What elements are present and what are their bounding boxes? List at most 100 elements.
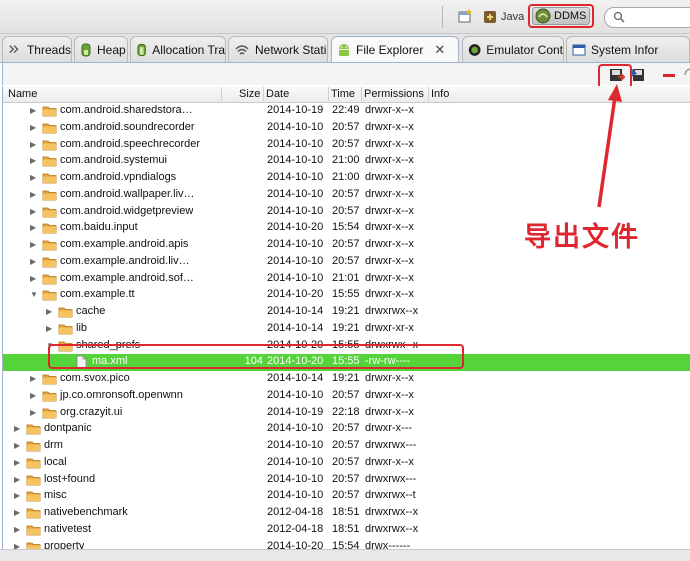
folder-row[interactable]: ▶ cache 2014-10-14 19:21 drwxrwx--x xyxy=(3,304,690,321)
folder-icon xyxy=(42,106,57,117)
file-time: 18:51 xyxy=(332,522,360,535)
expand-right-icon[interactable]: ▶ xyxy=(30,207,36,216)
tab-emulator-control[interactable]: Emulator Cont xyxy=(462,36,564,62)
folder-icon xyxy=(42,374,57,385)
expand-down-icon[interactable]: ▼ xyxy=(30,290,38,299)
expand-right-icon[interactable]: ▶ xyxy=(30,106,36,115)
tab-system-information[interactable]: System Infor xyxy=(566,36,690,62)
folder-row[interactable]: ▶ com.example.android.sof… 2014-10-10 21:01… xyxy=(3,271,690,288)
expand-right-icon[interactable]: ▶ xyxy=(14,458,20,467)
java-label: Java xyxy=(501,11,525,23)
folder-row[interactable]: ▶ nativetest 2012-04-18 18:51 drwxrwx--x xyxy=(3,522,690,539)
file-time: 20:57 xyxy=(332,187,360,200)
tab-network-statistics[interactable]: Network Stati xyxy=(228,36,328,62)
folder-row[interactable]: ▶ com.android.speechrecorder 2014-10-10 20:… xyxy=(3,137,690,154)
java-perspective-button[interactable]: Java xyxy=(482,7,524,27)
file-date: 2014-10-10 xyxy=(267,204,324,217)
tab-file-explorer[interactable]: File Explorer ✕ xyxy=(331,36,459,62)
tab-label: Threads xyxy=(26,42,71,57)
close-icon[interactable]: ✕ xyxy=(434,42,445,58)
column-permissions[interactable]: Permissions xyxy=(364,88,424,100)
file-permissions: drwxr-x--x xyxy=(365,405,414,418)
folder-row[interactable]: ▶ lost+found 2014-10-10 20:57 drwxrwx--- xyxy=(3,472,690,489)
file-tree: ▶ com.android.sharedstora… 2014-10-19 22:49… xyxy=(2,103,690,553)
expand-right-icon[interactable]: ▶ xyxy=(30,223,36,232)
column-time[interactable]: Time xyxy=(331,88,355,100)
folder-row[interactable]: ▶ com.android.systemui 2014-10-10 21:00 drwx… xyxy=(3,153,690,170)
file-name: nativebenchmark xyxy=(44,506,128,518)
file-time: 20:57 xyxy=(332,455,360,468)
expand-right-icon[interactable]: ▶ xyxy=(30,374,36,383)
file-time: 20:57 xyxy=(332,439,360,451)
folder-row[interactable]: ▶ lib 2014-10-14 19:21 drwxr-xr-x xyxy=(3,321,690,338)
expand-right-icon[interactable]: ▶ xyxy=(30,391,36,400)
new-folder-icon[interactable] xyxy=(683,67,690,83)
system-info-icon xyxy=(572,44,586,55)
folder-icon xyxy=(42,156,57,167)
expand-right-icon[interactable]: ▶ xyxy=(14,424,20,433)
file-name: drm xyxy=(44,439,63,451)
tab-heap[interactable]: Heap xyxy=(74,36,128,62)
folder-icon xyxy=(42,408,57,418)
delete-icon[interactable] xyxy=(661,67,677,83)
file-date: 2014-10-10 xyxy=(267,120,324,133)
expand-right-icon[interactable]: ▶ xyxy=(14,475,20,484)
folder-row[interactable]: ▶ jp.co.omronsoft.openwnn 2014-10-10 20:57 d… xyxy=(3,388,690,405)
file-date: 2014-10-10 xyxy=(267,171,324,183)
tab-allocation-tracker[interactable]: Allocation Tra xyxy=(130,36,226,62)
file-name: com.android.sharedstora… xyxy=(60,104,193,116)
search-input[interactable] xyxy=(604,7,690,28)
column-size[interactable]: Size xyxy=(239,88,260,100)
column-name[interactable]: Name xyxy=(8,88,37,100)
file-time: 20:57 xyxy=(332,137,360,150)
file-name: com.example.android.liv… xyxy=(60,254,190,267)
expand-right-icon[interactable]: ▶ xyxy=(30,274,36,283)
expand-right-icon[interactable]: ▶ xyxy=(46,324,52,333)
folder-row[interactable]: ▶ misc 2014-10-10 20:57 drwxrwx--t xyxy=(3,488,690,505)
expand-right-icon[interactable]: ▶ xyxy=(30,240,36,249)
expand-right-icon[interactable]: ▶ xyxy=(30,123,36,132)
file-name: lib xyxy=(76,321,88,334)
folder-row[interactable]: ▶ com.android.wallpaper.liv… 2014-10-10 20:… xyxy=(3,187,690,204)
folder-row[interactable]: ▶ local 2014-10-10 20:57 drwxr-x--x xyxy=(3,455,690,472)
file-date: 2014-10-19 xyxy=(267,104,324,116)
file-name: com.baidu.input xyxy=(60,221,138,234)
expand-right-icon[interactable]: ▶ xyxy=(14,441,20,450)
file-permissions: drwxr-x--x xyxy=(365,120,414,133)
expand-right-icon[interactable]: ▶ xyxy=(30,156,36,165)
file-permissions: drwxrwx--x xyxy=(365,305,419,317)
folder-icon xyxy=(42,391,57,402)
expand-right-icon[interactable]: ▶ xyxy=(30,190,36,199)
folder-row[interactable]: ▶ com.android.soundrecorder 2014-10-10 20:5… xyxy=(3,120,690,137)
folder-row[interactable]: ▼ com.example.tt 2014-10-20 15:55 drwxr-x--x xyxy=(3,287,690,304)
expand-right-icon[interactable]: ▶ xyxy=(14,525,20,534)
folder-row[interactable]: ▶ com.svox.pico 2014-10-14 19:21 drwxr-x--x xyxy=(3,371,690,388)
expand-right-icon[interactable]: ▶ xyxy=(14,508,20,517)
expand-right-icon[interactable]: ▶ xyxy=(30,257,36,266)
folder-row[interactable]: ▶ com.example.android.liv… 2014-10-10 20:57… xyxy=(3,254,690,271)
expand-right-icon[interactable]: ▶ xyxy=(30,408,36,417)
file-permissions: drwxr-x--x xyxy=(365,171,414,183)
expand-right-icon[interactable]: ▶ xyxy=(30,173,36,182)
expand-right-icon[interactable]: ▶ xyxy=(46,307,52,316)
tab-threads[interactable]: Threads xyxy=(2,36,72,62)
expand-right-icon[interactable]: ▶ xyxy=(14,491,20,500)
file-name: misc xyxy=(44,489,67,502)
folder-row[interactable]: ▶ com.android.sharedstora… 2014-10-19 22:49… xyxy=(3,103,690,120)
expand-right-icon[interactable]: ▶ xyxy=(30,140,36,149)
file-time: 20:57 xyxy=(332,472,360,485)
folder-row[interactable]: ▶ com.android.vpndialogs 2014-10-10 21:00 dr… xyxy=(3,170,690,187)
file-permissions: drwxr-x--x xyxy=(365,271,414,284)
folder-row[interactable]: ▶ dontpanic 2014-10-10 20:57 drwxr-x--- xyxy=(3,421,690,438)
file-date: 2014-10-10 xyxy=(267,154,324,167)
column-date[interactable]: Date xyxy=(266,88,289,100)
folder-row[interactable]: ▶ nativebenchmark 2012-04-18 18:51 drwxrwx--… xyxy=(3,505,690,522)
file-time: 20:57 xyxy=(332,489,360,502)
open-perspective-icon[interactable] xyxy=(457,8,473,24)
folder-row[interactable]: ▶ org.crazyit.ui 2014-10-19 22:18 drwxr-x--x xyxy=(3,405,690,422)
folder-row[interactable]: ▶ drm 2014-10-10 20:57 drwxrwx--- xyxy=(3,438,690,455)
file-date: 2014-10-19 xyxy=(267,405,324,418)
column-info[interactable]: Info xyxy=(431,88,449,100)
file-date: 2014-10-20 xyxy=(267,288,324,301)
file-time: 18:51 xyxy=(332,506,360,518)
